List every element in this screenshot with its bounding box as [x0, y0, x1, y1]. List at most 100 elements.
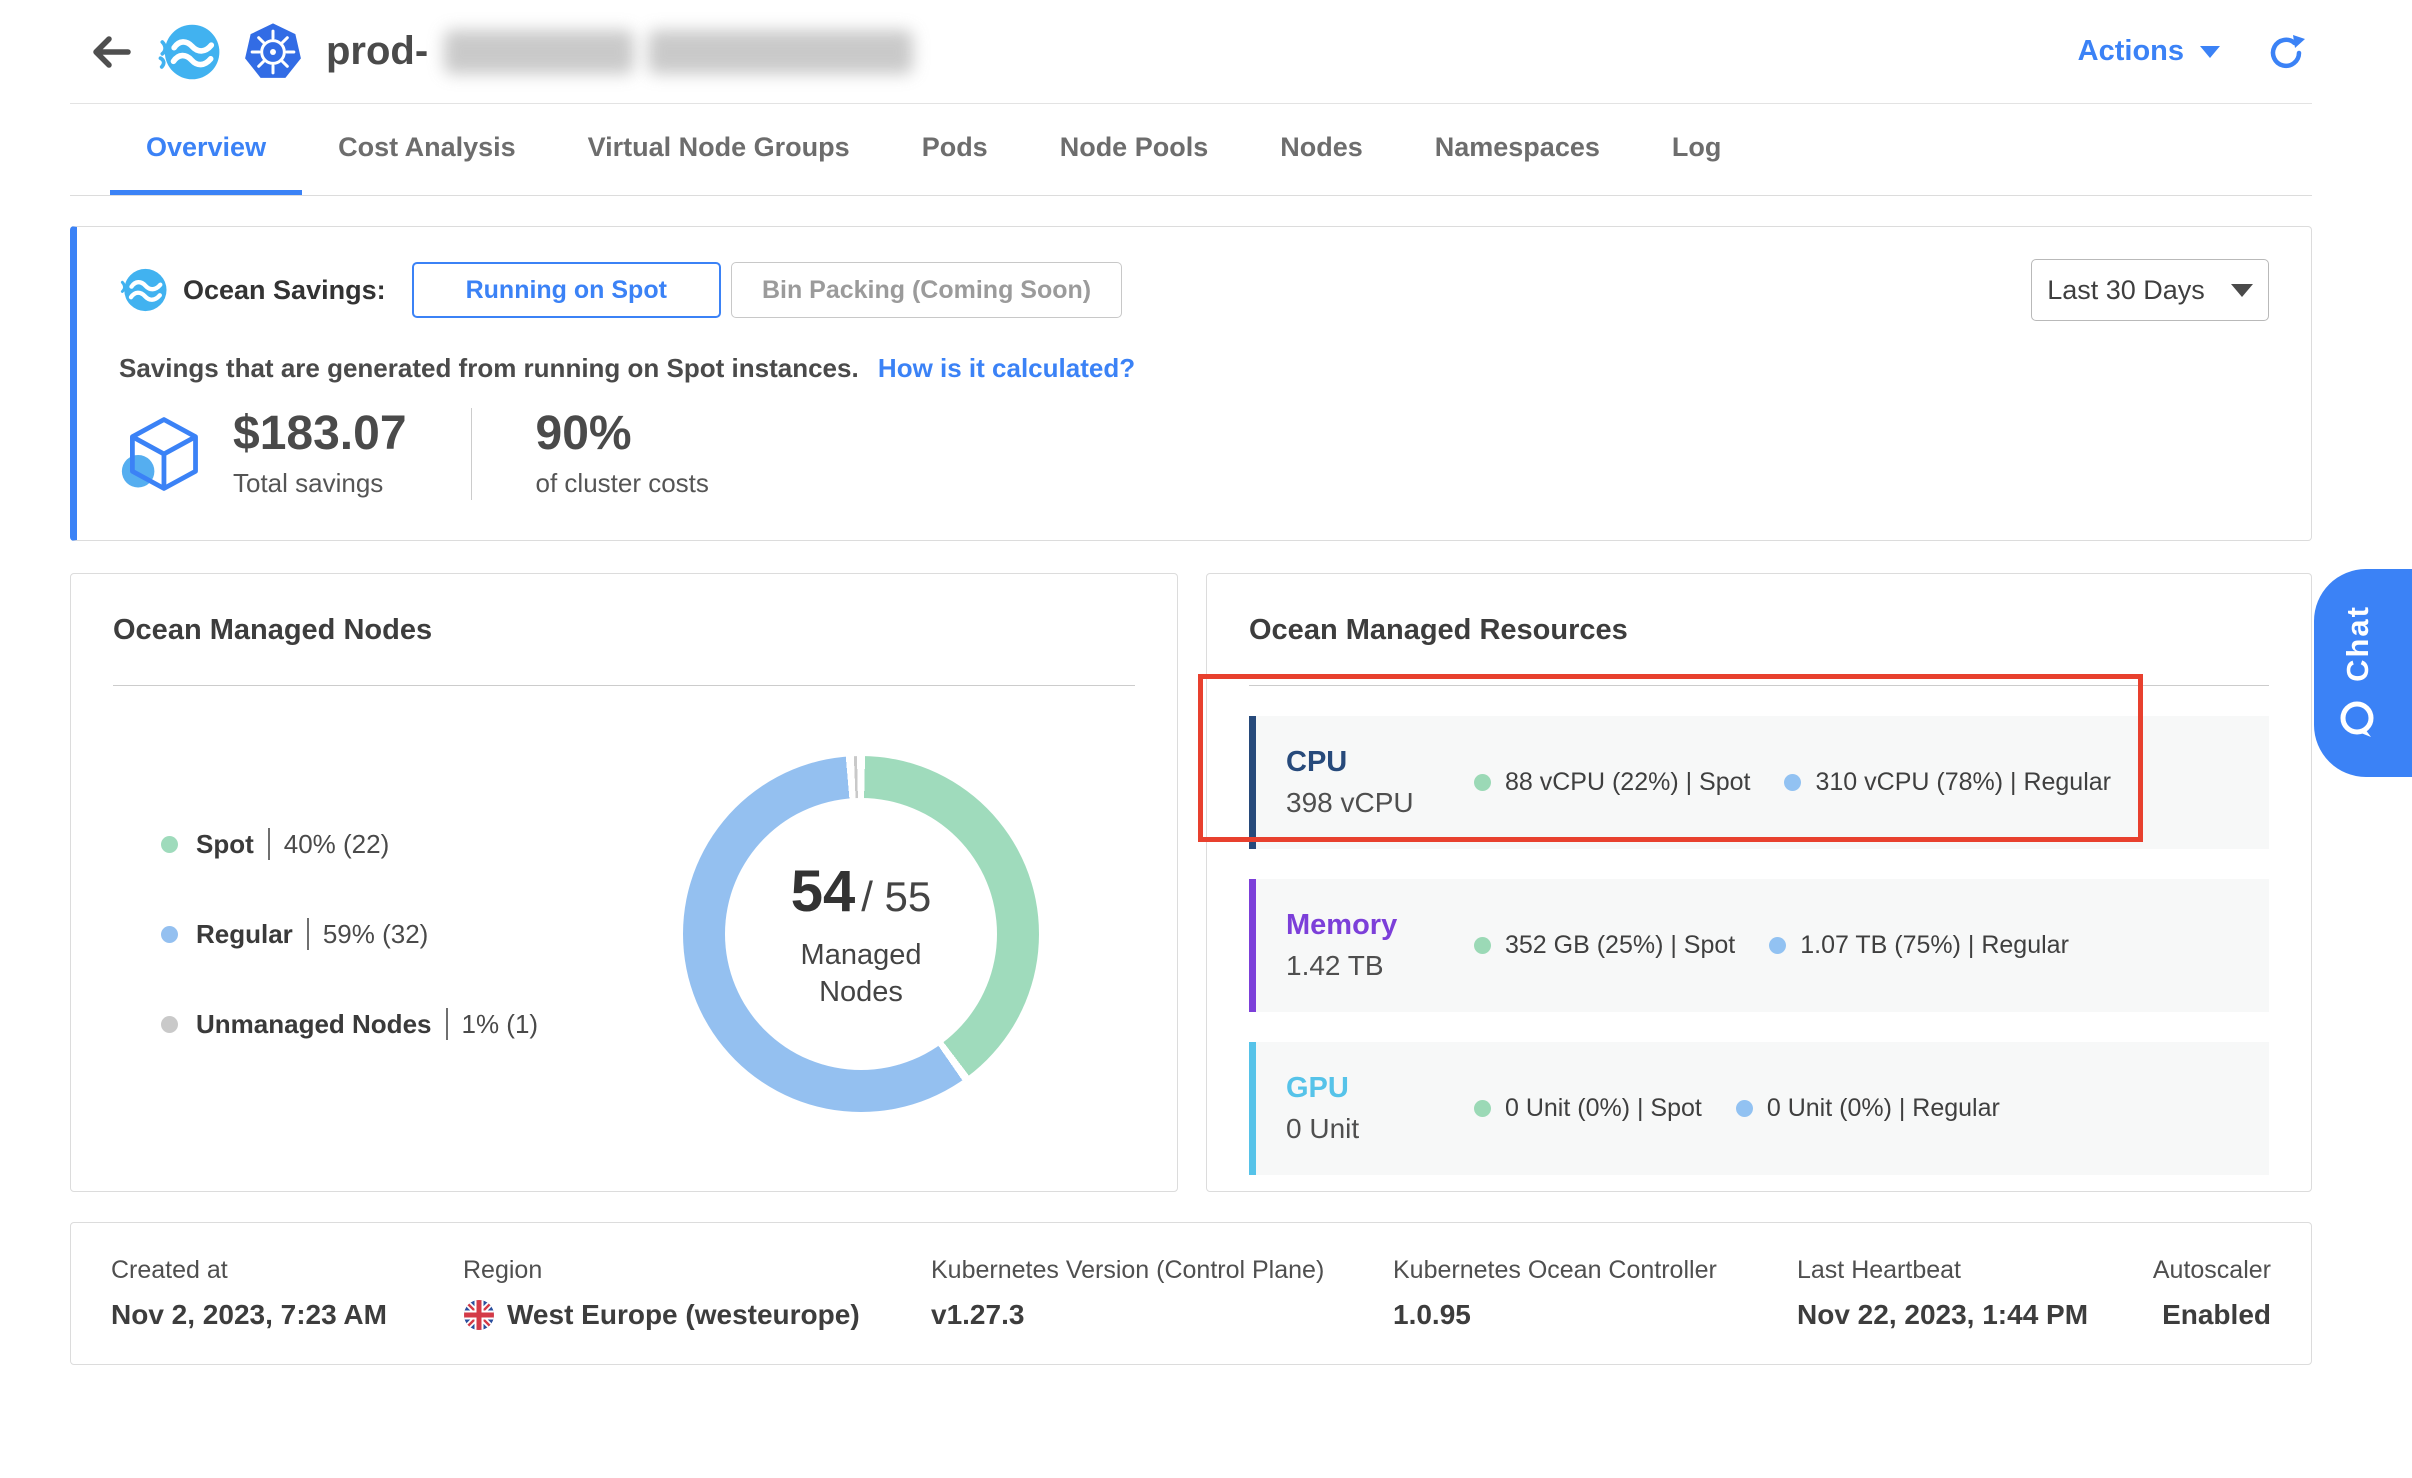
tab-nodes[interactable]: Nodes	[1244, 104, 1399, 195]
back-button[interactable]	[86, 27, 136, 77]
tab-namespaces[interactable]: Namespaces	[1399, 104, 1636, 195]
spot-dot-icon	[1474, 937, 1491, 954]
info-k8s-version: Kubernetes Version (Control Plane) v1.27…	[931, 1256, 1393, 1331]
legend-value: 1% (1)	[462, 1009, 539, 1040]
tab-node-pools[interactable]: Node Pools	[1024, 104, 1245, 195]
divider	[1249, 685, 2269, 686]
chevron-down-icon	[2200, 46, 2220, 58]
savings-description-row: Savings that are generated from running …	[119, 353, 2269, 384]
regular-dot-icon	[1784, 774, 1801, 791]
regular-dot-icon	[1736, 1100, 1753, 1117]
donut-center: 54 / 55 Managed Nodes	[725, 798, 997, 1070]
tab-log[interactable]: Log	[1636, 104, 1757, 195]
savings-toggle-group: Running on Spot Bin Packing (Coming Soon…	[412, 262, 1123, 318]
chat-button[interactable]: Chat	[2314, 569, 2412, 777]
divider	[446, 1008, 448, 1040]
resource-label-block: Memory 1.42 TB	[1286, 909, 1474, 982]
info-label: Kubernetes Ocean Controller	[1393, 1256, 1797, 1285]
legend-item-spot: Spot 40% (22)	[161, 828, 683, 860]
running-on-spot-toggle[interactable]: Running on Spot	[412, 262, 721, 318]
regular-stat-text: 1.07 TB (75%) | Regular	[1800, 931, 2069, 960]
chat-label: Chat	[2340, 605, 2376, 682]
regular-dot-icon	[161, 926, 178, 943]
tab-overview[interactable]: Overview	[110, 104, 302, 195]
resource-label-block: GPU 0 Unit	[1286, 1072, 1474, 1145]
info-region: Region West Europe (westeurope)	[463, 1256, 931, 1331]
regular-stat-text: 0 Unit (0%) | Regular	[1767, 1094, 2000, 1123]
spot-dot-icon	[1474, 1100, 1491, 1117]
resource-name: GPU	[1286, 1072, 1474, 1105]
savings-title: Ocean Savings:	[183, 275, 386, 306]
uk-flag-icon	[463, 1299, 495, 1331]
total-savings-value: $183.07	[233, 410, 407, 458]
header: prod- Actions	[70, 0, 2312, 104]
resource-stats: 88 vCPU (22%) | Spot 310 vCPU (78%) | Re…	[1474, 768, 2111, 797]
spot-stat-text: 0 Unit (0%) | Spot	[1505, 1094, 1702, 1123]
cluster-cost-percent: 90%	[536, 410, 709, 458]
back-arrow-icon	[87, 28, 135, 76]
managed-nodes-title: Ocean Managed Nodes	[113, 614, 1135, 647]
bin-packing-toggle[interactable]: Bin Packing (Coming Soon)	[731, 262, 1122, 318]
divider	[113, 685, 1135, 686]
redacted-cluster-name	[648, 30, 913, 74]
divider	[268, 828, 270, 860]
period-dropdown[interactable]: Last 30 Days	[2031, 259, 2269, 321]
resource-total: 1.42 TB	[1286, 950, 1474, 982]
page-content: prod- Actions Overview Cost Analysis Vir…	[70, 0, 2312, 1365]
resource-stats: 352 GB (25%) | Spot 1.07 TB (75%) | Regu…	[1474, 931, 2069, 960]
spot-stat: 88 vCPU (22%) | Spot	[1474, 768, 1750, 797]
resource-total: 0 Unit	[1286, 1113, 1474, 1145]
info-label: Created at	[111, 1256, 463, 1285]
info-label: Autoscaler	[2153, 1256, 2271, 1285]
info-value: v1.27.3	[931, 1299, 1393, 1331]
legend-value: 59% (32)	[323, 919, 429, 950]
tab-virtual-node-groups[interactable]: Virtual Node Groups	[552, 104, 886, 195]
tab-pods[interactable]: Pods	[886, 104, 1024, 195]
info-value: Enabled	[2153, 1299, 2271, 1331]
nodes-legend: Spot 40% (22) Regular 59% (32) Unmanaged…	[161, 828, 683, 1040]
ocean-managed-resources-panel: Ocean Managed Resources CPU 398 vCPU 88 …	[1206, 573, 2312, 1192]
tab-cost-analysis[interactable]: Cost Analysis	[302, 104, 552, 195]
info-label: Region	[463, 1256, 931, 1285]
regular-stat: 0 Unit (0%) | Regular	[1736, 1094, 2000, 1123]
how-calculated-link[interactable]: How is it calculated?	[878, 353, 1135, 383]
resource-name: CPU	[1286, 746, 1474, 779]
legend-item-regular: Regular 59% (32)	[161, 918, 683, 950]
info-created-at: Created at Nov 2, 2023, 7:23 AM	[111, 1256, 463, 1331]
managed-nodes-body: Spot 40% (22) Regular 59% (32) Unmanaged…	[113, 756, 1135, 1112]
savings-stats-row: $183.07 Total savings 90% of cluster cos…	[119, 408, 2269, 500]
redacted-cluster-name	[444, 30, 634, 74]
savings-cube-icon	[119, 408, 207, 500]
legend-label: Spot	[196, 829, 254, 860]
regular-stat: 1.07 TB (75%) | Regular	[1769, 931, 2069, 960]
divider	[307, 918, 309, 950]
total-savings-block: $183.07 Total savings	[233, 410, 407, 499]
header-actions: Actions	[2078, 32, 2312, 72]
managed-nodes-donut-chart: 54 / 55 Managed Nodes	[683, 756, 1039, 1112]
info-ocean-controller: Kubernetes Ocean Controller 1.0.95	[1393, 1256, 1797, 1331]
spot-dot-icon	[1474, 774, 1491, 791]
actions-button[interactable]: Actions	[2078, 35, 2220, 68]
unmanaged-dot-icon	[161, 1016, 178, 1033]
info-value: West Europe (westeurope)	[463, 1299, 931, 1331]
cluster-cost-block: 90% of cluster costs	[536, 410, 709, 499]
tab-bar: Overview Cost Analysis Virtual Node Grou…	[70, 104, 2312, 196]
resource-row-cpu: CPU 398 vCPU 88 vCPU (22%) | Spot 310 vC…	[1249, 716, 2269, 849]
cluster-title: prod-	[326, 29, 428, 74]
info-value: Nov 2, 2023, 7:23 AM	[111, 1299, 463, 1331]
ocean-savings-panel: Ocean Savings: Running on Spot Bin Packi…	[70, 226, 2312, 541]
chevron-down-icon	[2231, 284, 2253, 297]
kubernetes-logo-icon	[242, 21, 304, 83]
resource-stats: 0 Unit (0%) | Spot 0 Unit (0%) | Regular	[1474, 1094, 2000, 1123]
managed-nodes-total: / 55	[861, 873, 931, 921]
info-label: Kubernetes Version (Control Plane)	[931, 1256, 1393, 1285]
savings-description: Savings that are generated from running …	[119, 353, 859, 383]
regular-stat-text: 310 vCPU (78%) | Regular	[1815, 768, 2111, 797]
divider	[471, 408, 472, 500]
info-value: Nov 22, 2023, 1:44 PM	[1797, 1299, 2153, 1331]
spot-stat-text: 352 GB (25%) | Spot	[1505, 931, 1735, 960]
managed-nodes-label: Managed Nodes	[771, 937, 951, 1010]
legend-label: Regular	[196, 919, 293, 950]
resource-total: 398 vCPU	[1286, 787, 1474, 819]
refresh-icon[interactable]	[2266, 32, 2306, 72]
